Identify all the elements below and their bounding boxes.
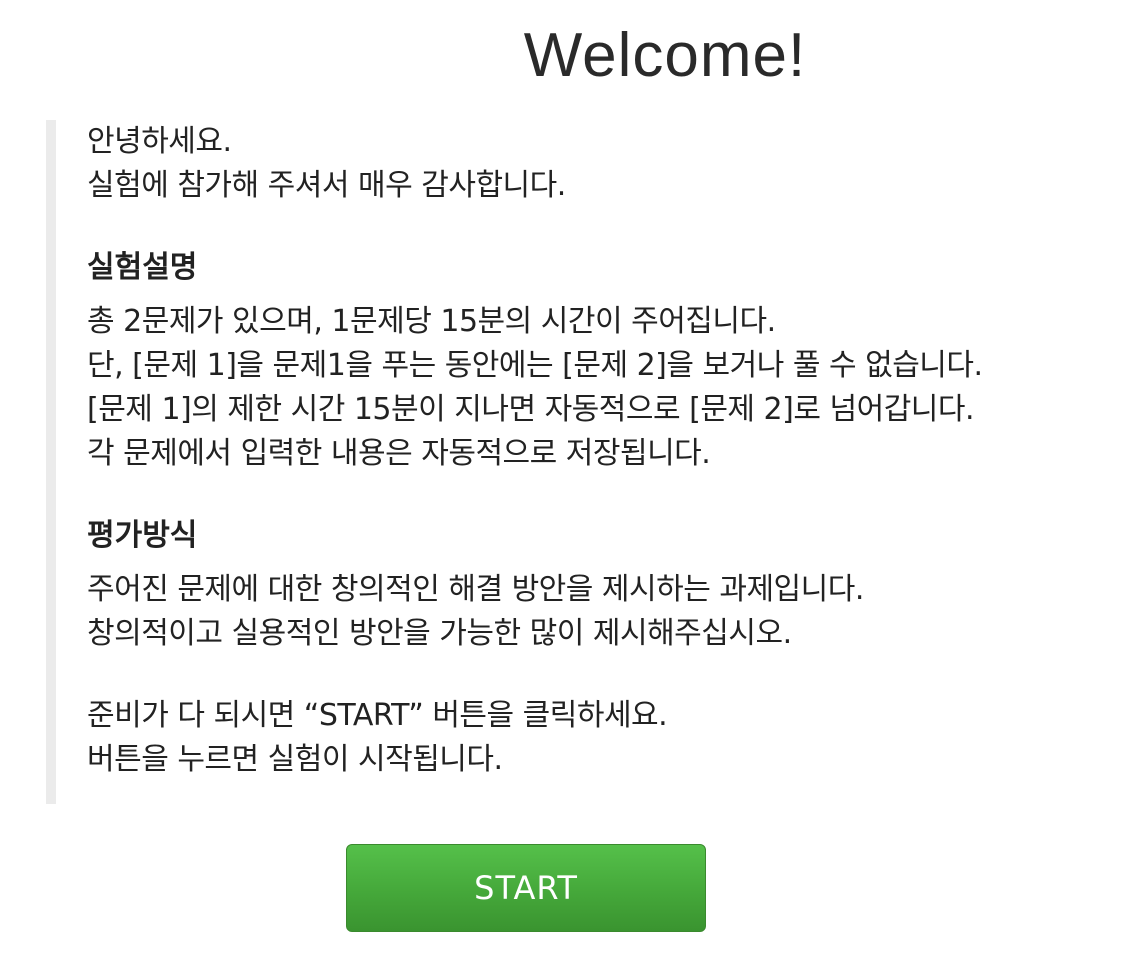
- experiment-line: 단, [문제 1]을 문제1을 푸는 동안에는 [문제 2]을 보거나 풀 수 …: [87, 348, 983, 383]
- experiment-line: 총 2문제가 있으며, 1문제당 15분의 시간이 주어집니다.: [87, 304, 776, 339]
- section-heading-evaluation: 평가방식: [87, 518, 198, 553]
- experiment-line: 각 문제에서 입력한 내용은 자동적으로 저장됩니다.: [87, 436, 711, 471]
- page-title: Welcome!: [523, 21, 807, 90]
- closing-line: 준비가 다 되시면 “START” 버튼을 클릭하세요.: [87, 698, 668, 733]
- section-heading-experiment: 실험설명: [87, 250, 198, 285]
- thanks-line: 실험에 참가해 주셔서 매우 감사합니다.: [87, 168, 566, 203]
- evaluation-line: 창의적이고 실용적인 방안을 가능한 많이 제시해주십시오.: [87, 616, 792, 651]
- evaluation-line: 주어진 문제에 대한 창의적인 해결 방안을 제시하는 과제입니다.: [87, 572, 864, 607]
- experiment-line: [문제 1]의 제한 시간 15분이 지나면 자동적으로 [문제 2]로 넘어갑…: [87, 392, 975, 427]
- instructions-panel: 안녕하세요. 실험에 참가해 주셔서 매우 감사합니다. 실험설명 총 2문제가…: [46, 120, 1086, 804]
- start-button[interactable]: START: [346, 844, 706, 932]
- greeting-line: 안녕하세요.: [87, 124, 232, 159]
- closing-line: 버튼을 누르면 실험이 시작됩니다.: [87, 742, 503, 777]
